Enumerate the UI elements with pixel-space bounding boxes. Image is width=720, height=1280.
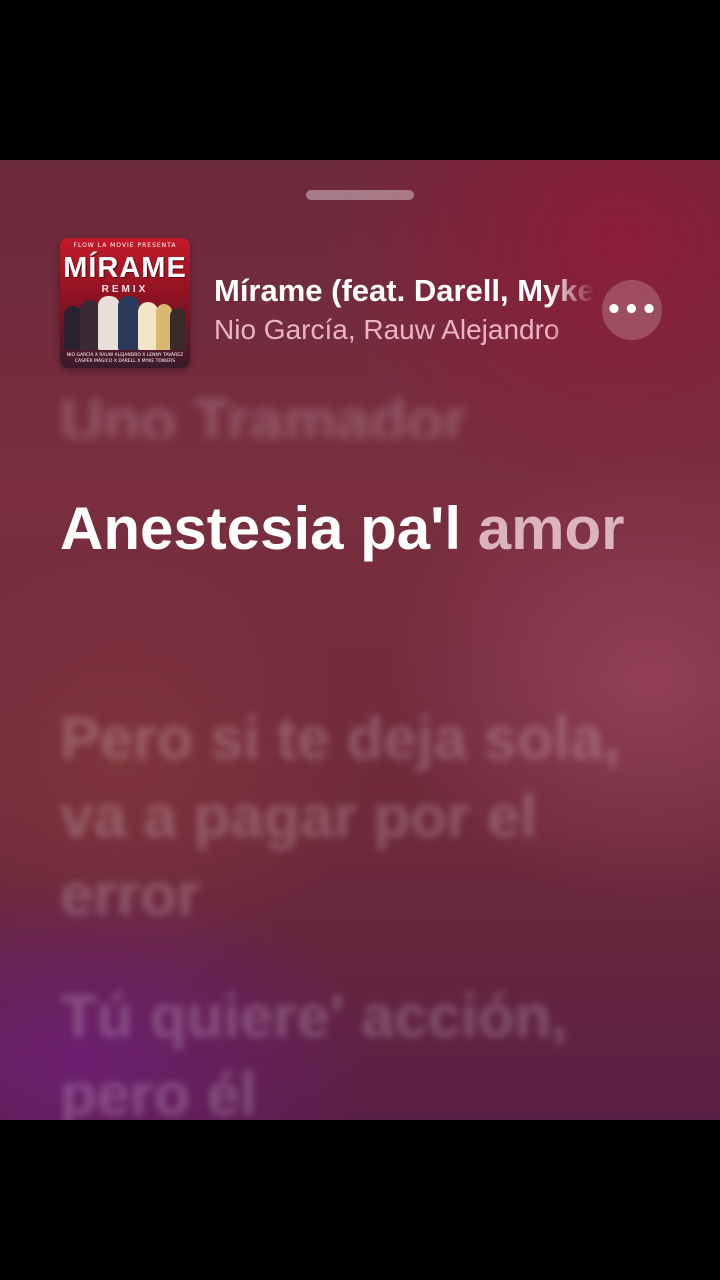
bottom-letterbox [0, 1120, 720, 1280]
lyrics-screen: FLOW LA MOVIE PRESENTA MÍRAME REMIX NIO … [0, 160, 720, 1120]
artwork-credits: NIO GARCÍA X RAUW ALEJANDRO X LENNY TAVÁ… [66, 353, 184, 364]
lyric-line-next[interactable]: Pero si te deja sola, va a pagar por el … [60, 700, 680, 934]
artwork-people [64, 296, 186, 350]
album-artwork: FLOW LA MOVIE PRESENTA MÍRAME REMIX NIO … [60, 238, 190, 368]
artwork-subtitle: REMIX [101, 284, 149, 295]
song-title: Mírame (feat. Darell, Myke Towers) [214, 273, 594, 308]
artwork-title: MÍRAME [63, 252, 187, 284]
top-letterbox [0, 0, 720, 160]
lyric-line-previous[interactable]: Uno Tramador [60, 382, 680, 438]
ellipsis-icon: ••• [605, 295, 659, 325]
lyric-line-next-2[interactable]: Tú quiere' acción, pero él [60, 978, 680, 1120]
lyric-line-current[interactable]: Anestesia pa'l amor [60, 490, 680, 568]
sheet-grabber[interactable] [306, 190, 414, 200]
lyric-pending-text: amor [477, 495, 625, 562]
song-artist[interactable]: Nio García, Rauw Alejandro [214, 310, 594, 350]
artwork-top-line: FLOW LA MOVIE PRESENTA [73, 242, 177, 249]
more-button[interactable]: ••• [602, 280, 662, 340]
lyric-sung-text: Anestesia pa'l [60, 495, 462, 562]
